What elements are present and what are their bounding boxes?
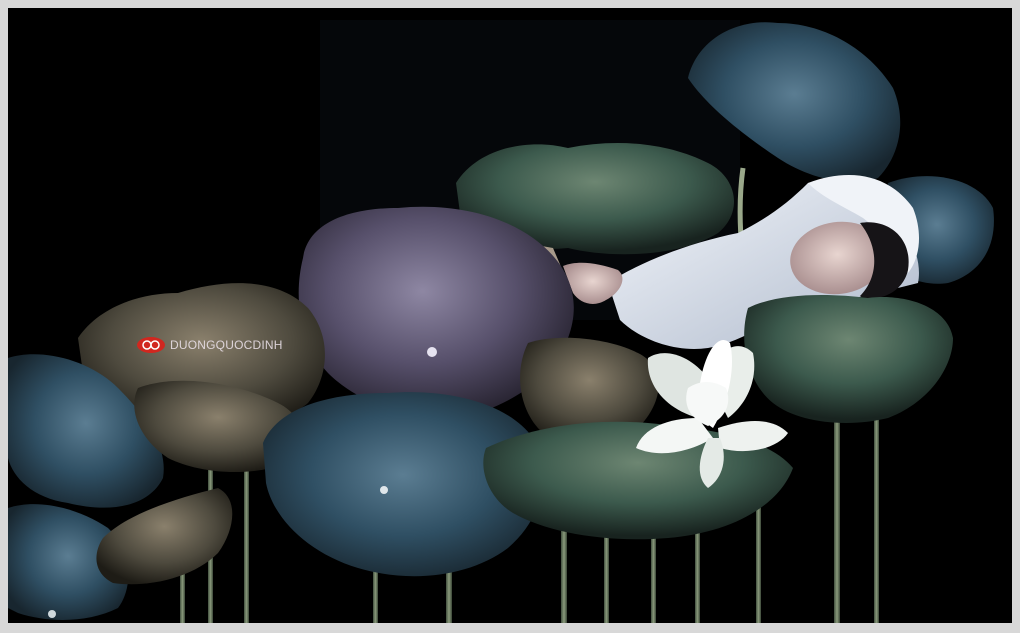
photo: DUONGQUOCDINH [8, 8, 1012, 623]
photo-scene [8, 20, 994, 623]
watermark-text: DUONGQUOCDINH [170, 338, 283, 352]
photo-frame: DUONGQUOCDINH [0, 0, 1020, 633]
watermark: DUONGQUOCDINH [136, 336, 283, 354]
camera-logo-icon [137, 337, 165, 353]
